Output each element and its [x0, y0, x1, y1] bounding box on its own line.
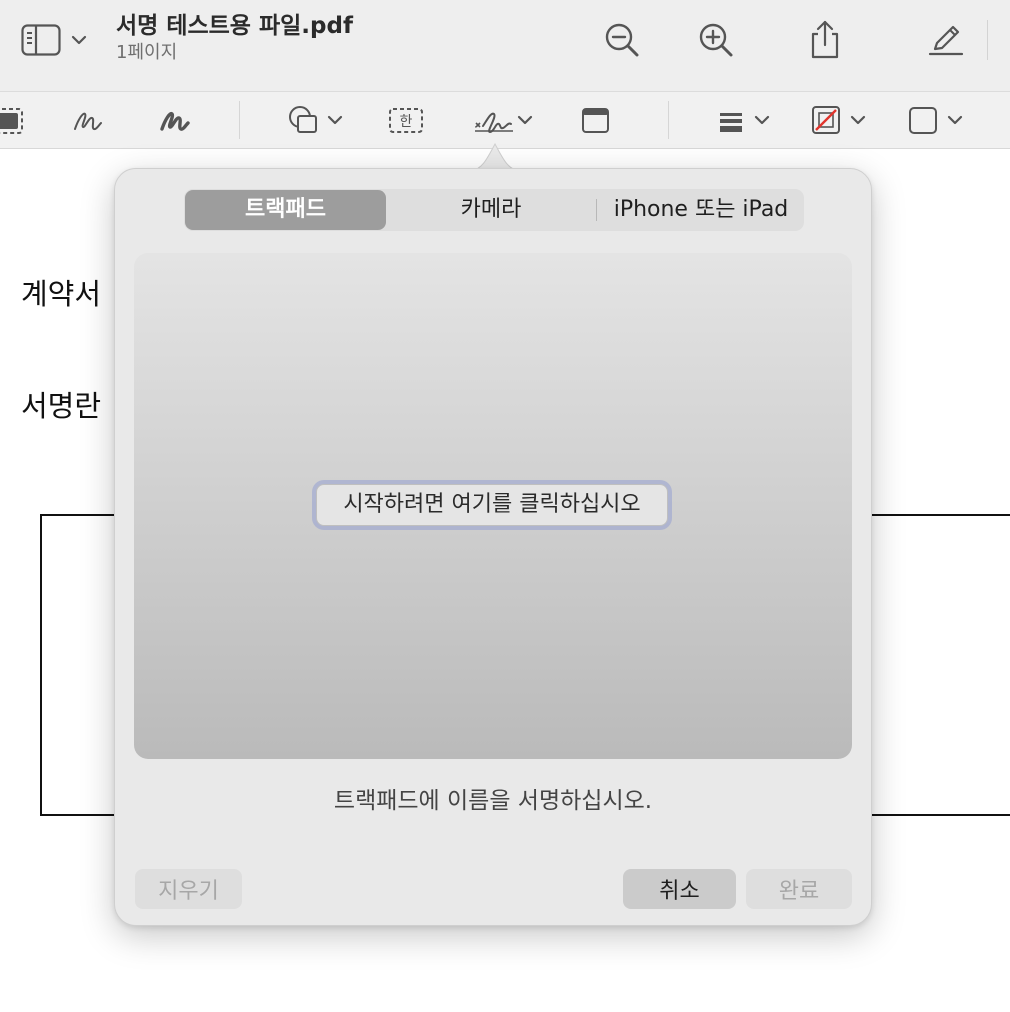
markup-button[interactable] [924, 18, 968, 62]
fill-color-tool[interactable] [907, 102, 969, 138]
border-color-icon [812, 106, 866, 134]
zoom-in-button[interactable] [694, 18, 738, 62]
signature-field-label: 서명란 [21, 389, 102, 423]
popover-arrow [472, 143, 518, 171]
signature-tool[interactable] [473, 102, 535, 138]
sketch-icon [74, 112, 102, 131]
trackpad-signing-area[interactable]: 시작하려면 여기를 클릭하십시오 [134, 253, 852, 759]
rect-selection-icon [0, 108, 23, 134]
page-count: 1페이지 [116, 42, 178, 63]
signature-source-tabs: 트랙패드 카메라 iPhone 또는 iPad [184, 189, 804, 231]
signature-popover: 트랙패드 카메라 iPhone 또는 iPad 시작하려면 여기를 클릭하십시오… [114, 168, 872, 926]
done-button[interactable]: 완료 [746, 869, 852, 909]
title-block: 서명 테스트용 파일.pdf 1페이지 [116, 11, 353, 65]
clear-button[interactable]: 지우기 [135, 869, 242, 909]
shapes-tool[interactable] [286, 102, 346, 138]
sketch-tool[interactable] [70, 102, 106, 138]
chevron-down-icon [71, 35, 87, 45]
window-titlebar: 서명 테스트용 파일.pdf 1페이지 [0, 0, 1010, 92]
start-signing-button[interactable]: 시작하려면 여기를 클릭하십시오 [316, 484, 668, 526]
share-icon [811, 20, 839, 59]
sidebar-icon [21, 24, 87, 56]
zoom-in-icon [699, 23, 733, 57]
signing-hint: 트랙패드에 이름을 서명하십시오. [333, 788, 653, 814]
chevron-down-icon [754, 115, 770, 125]
cancel-button[interactable]: 취소 [623, 869, 736, 909]
markup-toolbar: 한 [0, 92, 1010, 149]
border-color-tool[interactable] [810, 102, 872, 138]
note-icon [582, 108, 609, 133]
toolbar-separator [987, 20, 988, 60]
share-button[interactable] [803, 18, 847, 62]
rect-selection-tool[interactable] [0, 102, 26, 138]
toolbar-separator [668, 101, 669, 139]
toolbar-separator [239, 101, 240, 139]
chevron-down-icon [517, 115, 533, 125]
document-heading: 계약서 [21, 277, 102, 311]
draw-icon [160, 112, 190, 131]
tab-camera[interactable]: 카메라 [388, 190, 594, 230]
document-title: 서명 테스트용 파일.pdf [116, 13, 353, 39]
tab-trackpad[interactable]: 트랙패드 [185, 190, 386, 230]
chevron-down-icon [327, 115, 343, 125]
tab-divider [596, 199, 597, 221]
line-style-tool[interactable] [716, 102, 774, 138]
zoom-out-icon [605, 23, 639, 57]
tab-iphone-ipad[interactable]: iPhone 또는 iPad [598, 190, 804, 230]
line-style-icon [720, 113, 770, 132]
text-box-tool[interactable]: 한 [388, 102, 424, 138]
text-box-icon: 한 [389, 108, 423, 133]
chevron-down-icon [850, 115, 866, 125]
svg-text:한: 한 [400, 114, 413, 130]
sidebar-toggle-button[interactable] [20, 22, 90, 58]
markup-pen-icon [928, 25, 964, 56]
draw-tool[interactable] [157, 102, 195, 138]
chevron-down-icon [947, 115, 963, 125]
shapes-icon [289, 106, 343, 133]
note-tool[interactable] [580, 102, 612, 138]
fill-color-icon [909, 107, 963, 134]
signature-icon [475, 112, 533, 134]
zoom-out-button[interactable] [600, 18, 644, 62]
